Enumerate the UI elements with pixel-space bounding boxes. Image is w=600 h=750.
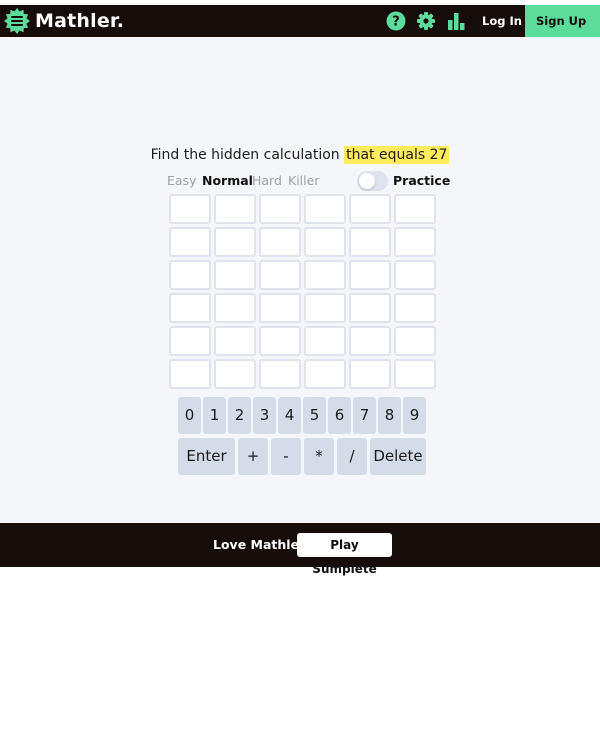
difficulty-killer[interactable]: Killer <box>288 173 319 188</box>
practice-toggle[interactable] <box>357 171 388 191</box>
grid-cell <box>394 326 436 356</box>
top-bar: Mathler. ? Log In Sign Up→ <box>0 5 600 61</box>
grid-cell <box>169 260 211 290</box>
grid-cell <box>214 326 256 356</box>
grid-cell <box>349 194 391 224</box>
grid-cell <box>259 194 301 224</box>
svg-text:?: ? <box>392 15 400 30</box>
grid-cell <box>214 194 256 224</box>
prompt-text: Find the hidden calculation <box>150 147 340 163</box>
play-sumplete-button[interactable]: Play Sumplete <box>297 533 392 576</box>
grid-cell <box>259 227 301 257</box>
mathler-logo-icon[interactable] <box>4 8 30 34</box>
grid-cell <box>214 260 256 290</box>
gear-icon[interactable] <box>416 11 436 31</box>
grid-cell <box>304 227 346 257</box>
grid-cell <box>394 227 436 257</box>
key-delete[interactable]: Delete <box>370 438 426 475</box>
difficulty-easy[interactable]: Easy <box>167 173 196 188</box>
key-divide[interactable]: / <box>337 438 367 475</box>
key-2[interactable]: 2 <box>228 397 251 434</box>
game-prompt: Find the hidden calculation that equals … <box>0 145 600 165</box>
grid-cell <box>304 260 346 290</box>
login-link[interactable]: Log In <box>482 5 522 37</box>
toggle-knob <box>359 173 375 189</box>
app-logo-text[interactable]: Mathler. <box>35 8 124 34</box>
difficulty-hard[interactable]: Hard <box>252 173 282 188</box>
grid-cell <box>214 227 256 257</box>
practice-label: Practice <box>393 173 451 188</box>
grid-cell <box>169 293 211 323</box>
grid-cell <box>304 326 346 356</box>
grid-cell <box>304 359 346 389</box>
grid-cell <box>349 227 391 257</box>
grid-cell <box>349 293 391 323</box>
grid-cell <box>214 293 256 323</box>
grid-cell <box>169 326 211 356</box>
grid-cell <box>259 359 301 389</box>
grid-cell <box>394 194 436 224</box>
key-3[interactable]: 3 <box>253 397 276 434</box>
difficulty-normal[interactable]: Normal <box>202 173 253 188</box>
key-enter[interactable]: Enter <box>178 438 235 475</box>
key-8[interactable]: 8 <box>378 397 401 434</box>
grid-cell <box>349 260 391 290</box>
footer-banner: Love Mathler? Play Sumplete <box>0 523 600 576</box>
key-4[interactable]: 4 <box>278 397 301 434</box>
grid-cell <box>304 194 346 224</box>
prompt-target: that equals 27 <box>344 146 450 164</box>
signup-button[interactable]: Sign Up→ <box>525 5 600 61</box>
grid-cell <box>259 293 301 323</box>
key-0[interactable]: 0 <box>178 397 201 434</box>
key-5[interactable]: 5 <box>303 397 326 434</box>
grid-cell <box>394 293 436 323</box>
key-1[interactable]: 1 <box>203 397 226 434</box>
game-area: Find the hidden calculation that equals … <box>0 37 600 523</box>
grid-cell <box>169 359 211 389</box>
grid-cell <box>259 260 301 290</box>
grid-cell <box>169 227 211 257</box>
grid-cell <box>349 359 391 389</box>
grid-cell <box>214 359 256 389</box>
key-6[interactable]: 6 <box>328 397 351 434</box>
key-minus[interactable]: - <box>271 438 301 475</box>
signup-label: Sign Up <box>536 14 587 28</box>
key-9[interactable]: 9 <box>403 397 426 434</box>
grid-cell <box>394 260 436 290</box>
grid-cell <box>169 194 211 224</box>
key-7[interactable]: 7 <box>353 397 376 434</box>
key-multiply[interactable]: * <box>304 438 334 475</box>
grid-cell <box>259 326 301 356</box>
question-circle-icon[interactable]: ? <box>386 11 406 31</box>
key-plus[interactable]: + <box>238 438 268 475</box>
bar-chart-icon[interactable] <box>446 11 466 31</box>
grid-cell <box>394 359 436 389</box>
grid-cell <box>349 326 391 356</box>
grid-cell <box>304 293 346 323</box>
